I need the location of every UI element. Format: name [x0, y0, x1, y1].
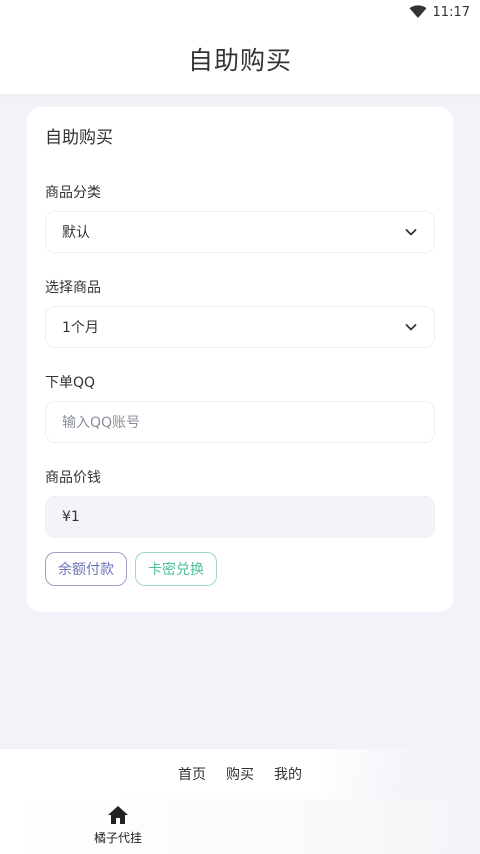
- purchase-form-card: 自助购买 商品分类 默认 选择商品 1个月 下单QQ 输入QQ账号 商品价钱 ¥…: [27, 107, 453, 612]
- footer-link-buy[interactable]: 购买: [226, 764, 254, 784]
- footer-fade: [320, 749, 480, 799]
- footer-link-home[interactable]: 首页: [178, 764, 206, 784]
- wifi-icon: [409, 5, 427, 18]
- footer-link-mine[interactable]: 我的: [274, 764, 302, 784]
- tab-home[interactable]: 橘子代挂: [88, 805, 148, 851]
- price-value: ¥1: [62, 509, 80, 525]
- product-label: 选择商品: [45, 280, 101, 296]
- card-title: 自助购买: [45, 128, 113, 148]
- qq-label: 下单QQ: [45, 375, 96, 391]
- page-header: 自助购买: [0, 24, 480, 94]
- payment-buttons: 余额付款 卡密兑换: [45, 552, 435, 586]
- status-bar: 11:17: [0, 0, 480, 24]
- qq-input[interactable]: 输入QQ账号: [45, 401, 435, 443]
- tab-home-label: 橘子代挂: [93, 831, 142, 845]
- price-label: 商品价钱: [45, 470, 101, 486]
- footer-links: 首页 购买 我的: [0, 749, 480, 799]
- product-select[interactable]: 1个月: [45, 306, 435, 348]
- bottom-tabbar: 橘子代挂: [0, 799, 480, 854]
- category-select[interactable]: 默认: [45, 211, 435, 253]
- page-title: 自助购买: [187, 46, 292, 75]
- card-key-redeem-button[interactable]: 卡密兑换: [135, 552, 217, 586]
- home-icon: [108, 806, 128, 824]
- chevron-down-icon: [405, 229, 417, 236]
- chevron-down-icon: [405, 324, 417, 331]
- balance-pay-button[interactable]: 余额付款: [45, 552, 127, 586]
- product-value: 1个月: [62, 320, 99, 336]
- status-time: 11:17: [432, 4, 470, 20]
- qq-placeholder: 输入QQ账号: [62, 415, 141, 431]
- price-field: ¥1: [45, 496, 435, 538]
- category-value: 默认: [62, 225, 90, 241]
- category-label: 商品分类: [45, 185, 101, 201]
